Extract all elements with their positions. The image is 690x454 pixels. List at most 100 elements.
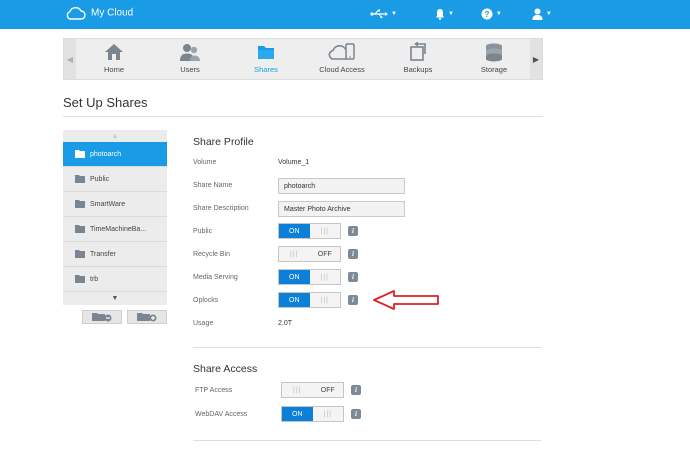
- info-icon[interactable]: i: [348, 249, 358, 259]
- webdav-access-toggle[interactable]: ON |||: [281, 406, 344, 422]
- chevron-down-icon: ▼: [447, 11, 454, 17]
- share-item-transfer[interactable]: Transfer: [63, 242, 167, 267]
- toggle-grip: |||: [309, 293, 340, 307]
- info-icon[interactable]: i: [351, 409, 361, 419]
- recycle-bin-toggle[interactable]: ||| OFF: [278, 246, 341, 262]
- toggle-grip: |||: [309, 270, 340, 284]
- brand[interactable]: My Cloud˙: [64, 6, 135, 20]
- usb-menu[interactable]: ▼: [370, 5, 397, 23]
- toggle-on-label: ON: [279, 270, 310, 284]
- chevron-down-icon: ▼: [545, 11, 552, 17]
- nav-item-home[interactable]: Home: [76, 42, 152, 78]
- toggle-grip: |||: [279, 247, 310, 261]
- nav-label: Cloud Access: [319, 65, 365, 74]
- folder-icon: [258, 46, 274, 59]
- info-icon[interactable]: i: [351, 385, 361, 395]
- users-icon: [180, 44, 200, 61]
- nav-item-backups[interactable]: Backups: [380, 42, 456, 78]
- share-item-photoarch[interactable]: photoarch: [63, 142, 167, 167]
- delete-share-button[interactable]: [82, 310, 122, 324]
- share-item-public[interactable]: Public: [63, 167, 167, 192]
- toggle-grip: |||: [312, 407, 343, 421]
- oplocks-label: Oplocks: [193, 297, 219, 304]
- volume-label: Volume: [193, 159, 217, 166]
- bell-icon: [435, 9, 444, 20]
- media-serving-toggle[interactable]: ON |||: [278, 269, 341, 285]
- list-scroll-down-icon[interactable]: ▼: [63, 292, 167, 304]
- info-icon[interactable]: i: [348, 295, 358, 305]
- share-item-trb[interactable]: trb: [63, 267, 167, 292]
- user-menu[interactable]: ▼: [532, 5, 552, 23]
- folder-remove-icon: [92, 313, 112, 322]
- folder-icon: [75, 150, 85, 158]
- cloud-access-icon: [328, 43, 355, 60]
- share-name-field[interactable]: photoarch: [278, 178, 405, 194]
- nav-label: Shares: [254, 65, 278, 74]
- public-label: Public: [193, 228, 213, 235]
- chevron-down-icon: ▼: [495, 11, 502, 17]
- share-description-field[interactable]: Master Photo Archive: [278, 201, 405, 217]
- public-toggle[interactable]: ON |||: [278, 223, 341, 239]
- toggle-off-label: OFF: [312, 383, 343, 397]
- folder-icon: [75, 225, 85, 233]
- oplocks-toggle[interactable]: ON |||: [278, 292, 341, 308]
- nav-item-users[interactable]: Users: [152, 42, 228, 78]
- user-icon: [532, 8, 543, 20]
- nav-item-shares[interactable]: Shares: [228, 42, 304, 78]
- share-item-label: TimeMachineBa...: [90, 225, 147, 233]
- usage-value: 2.0T: [278, 320, 293, 327]
- usb-icon: [370, 9, 388, 19]
- info-icon[interactable]: i: [348, 226, 358, 236]
- backup-icon: [410, 42, 426, 61]
- add-share-button[interactable]: [127, 310, 167, 324]
- info-icon[interactable]: i: [348, 272, 358, 282]
- cloud-logo-icon: [66, 6, 86, 20]
- share-list: ▲ photoarch Public SmartWare TimeMachine…: [63, 130, 167, 305]
- nav-label: Home: [103, 65, 124, 74]
- toggle-grip: |||: [282, 383, 313, 397]
- nav-item-cloud-access[interactable]: Cloud Access: [304, 42, 380, 78]
- nav-label: Storage: [480, 65, 508, 74]
- share-item-timemachine[interactable]: TimeMachineBa...: [63, 217, 167, 242]
- share-access-title: Share Access: [193, 363, 258, 375]
- top-toolbar: ▼ ▼ ? ▼ ▼: [370, 5, 552, 23]
- share-name-label: Share Name: [193, 182, 233, 189]
- toggle-off-label: OFF: [309, 247, 340, 261]
- page-title: Set Up Shares: [63, 95, 148, 110]
- nav-item-storage[interactable]: Storage: [456, 42, 532, 78]
- share-item-label: photoarch: [90, 150, 122, 158]
- webdav-access-label: WebDAV Access: [195, 411, 248, 418]
- divider: [63, 116, 543, 117]
- toggle-on-label: ON: [282, 407, 313, 421]
- alerts-menu[interactable]: ▼: [435, 5, 454, 23]
- nav-scroll-right-icon[interactable]: ▶: [530, 39, 542, 79]
- media-serving-label: Media Serving: [193, 274, 238, 281]
- nav-label: Users: [180, 65, 200, 74]
- share-item-label: trb: [90, 275, 99, 283]
- toggle-on-label: ON: [279, 293, 310, 307]
- share-description-label: Share Description: [193, 205, 249, 212]
- svg-text:?: ?: [484, 10, 489, 19]
- top-bar: My Cloud˙ ▼ ▼ ? ▼ ▼: [0, 0, 690, 29]
- folder-icon: [75, 175, 85, 183]
- folder-icon: [75, 200, 85, 208]
- nav-label: Backups: [403, 65, 433, 74]
- share-profile-title: Share Profile: [193, 136, 254, 148]
- share-item-label: SmartWare: [90, 200, 126, 208]
- share-item-label: Transfer: [90, 250, 116, 258]
- volume-value: Volume_1: [278, 159, 310, 166]
- help-icon: ?: [481, 8, 493, 20]
- home-icon: [105, 44, 123, 60]
- usage-label: Usage: [193, 320, 214, 327]
- divider: [193, 347, 541, 348]
- main-nav: ◀ Home Users Shares Cloud Access Backups…: [63, 38, 543, 80]
- storage-icon: [486, 43, 502, 62]
- folder-icon: [75, 275, 85, 283]
- annotation-arrow-icon: [373, 290, 439, 310]
- help-menu[interactable]: ? ▼: [481, 5, 502, 23]
- brand-name: My Cloud˙: [91, 7, 135, 19]
- nav-scroll-left-icon[interactable]: ◀: [64, 39, 76, 79]
- share-item-smartware[interactable]: SmartWare: [63, 192, 167, 217]
- ftp-access-toggle[interactable]: ||| OFF: [281, 382, 344, 398]
- list-scroll-up-icon[interactable]: ▲: [63, 130, 167, 142]
